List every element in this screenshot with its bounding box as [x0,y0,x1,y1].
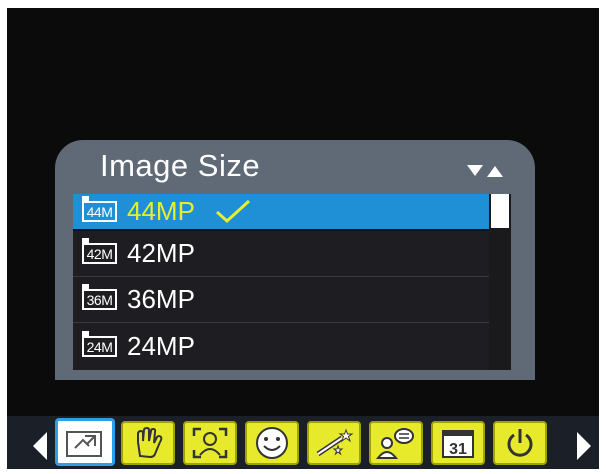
sort-arrows-icon[interactable] [467,162,511,180]
power-icon [507,429,533,457]
arrow-left-icon[interactable] [33,432,47,460]
resolution-badge-icon: 24M [82,330,117,357]
smile-button[interactable] [245,421,299,465]
option-36mp[interactable]: 36M 36MP [73,277,489,323]
option-label: 36MP [127,284,195,314]
menu-title: Image Size [100,148,261,183]
calendar-icon: 31 [442,430,474,458]
option-label: 44MP [127,196,195,226]
power-button[interactable] [493,421,547,465]
magic-wand-button[interactable] [307,421,361,465]
smile-icon [256,427,288,459]
bottom-toolbar: 31 [7,416,599,469]
calendar-button[interactable]: 31 [431,421,485,465]
option-list: 44M 44MP 42M 42MP 36M 36MP 24M 24MP [73,194,489,370]
resolution-badge-icon: 44M [82,196,117,222]
face-frame-icon [192,427,228,459]
camera-screen: Image Size 44M 44MP 42M 42MP 36M 36MP 24… [7,8,599,469]
arrow-right-icon[interactable] [577,432,591,460]
option-label: 24MP [127,330,195,361]
person-chat-icon [376,428,414,459]
checkmark-icon [215,199,250,223]
photo-settings-button[interactable] [55,418,115,466]
magic-wand-icon [316,428,354,457]
resolution-badge-icon: 42M [82,238,117,264]
photo-settings-icon [66,431,102,457]
option-label: 42MP [127,238,195,268]
option-44mp[interactable]: 44M 44MP [73,194,489,231]
hand-icon [137,426,163,459]
hand-button[interactable] [121,421,175,465]
option-42mp[interactable]: 42M 42MP [73,231,489,277]
resolution-badge-icon: 36M [82,284,117,310]
svg-text:31: 31 [449,441,467,458]
scrollbar[interactable] [489,194,511,370]
option-24mp[interactable]: 24M 24MP [73,323,489,369]
face-frame-button[interactable] [183,421,237,465]
person-chat-button[interactable] [369,421,423,465]
image-size-menu: Image Size 44M 44MP 42M 42MP 36M 36MP 24… [55,140,535,380]
scroll-thumb[interactable] [491,194,509,228]
